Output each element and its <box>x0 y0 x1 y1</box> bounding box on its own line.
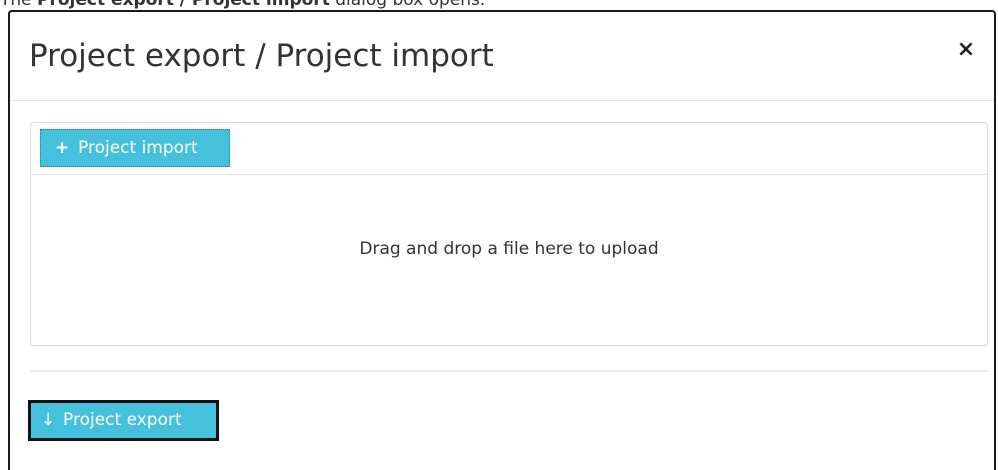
close-icon[interactable]: × <box>956 39 976 61</box>
project-export-button[interactable]: ↓ Project export <box>28 400 219 441</box>
caption-prefix: The <box>0 0 38 10</box>
download-arrow-icon: ↓ <box>41 410 56 430</box>
import-panel-header: + Project import <box>31 123 987 175</box>
project-export-label: Project export <box>63 410 182 430</box>
project-export-import-dialog: Project export / Project import × + Proje… <box>8 10 996 470</box>
plus-icon: + <box>55 138 70 158</box>
dialog-header: Project export / Project import × <box>10 12 994 101</box>
footer-divider <box>30 370 988 372</box>
caption-suffix: dialog box opens. <box>329 0 486 10</box>
project-import-button[interactable]: + Project import <box>40 129 230 167</box>
import-panel: + Project import Drag and drop a file her… <box>30 122 988 346</box>
project-import-label: Project import <box>78 138 198 158</box>
dialog-title: Project export / Project import <box>29 38 494 74</box>
instruction-caption: The Project export / Project import dial… <box>0 0 485 10</box>
caption-dialog-name: Project export / Project import <box>37 0 330 10</box>
drop-zone-text: Drag and drop a file here to upload <box>359 239 659 259</box>
